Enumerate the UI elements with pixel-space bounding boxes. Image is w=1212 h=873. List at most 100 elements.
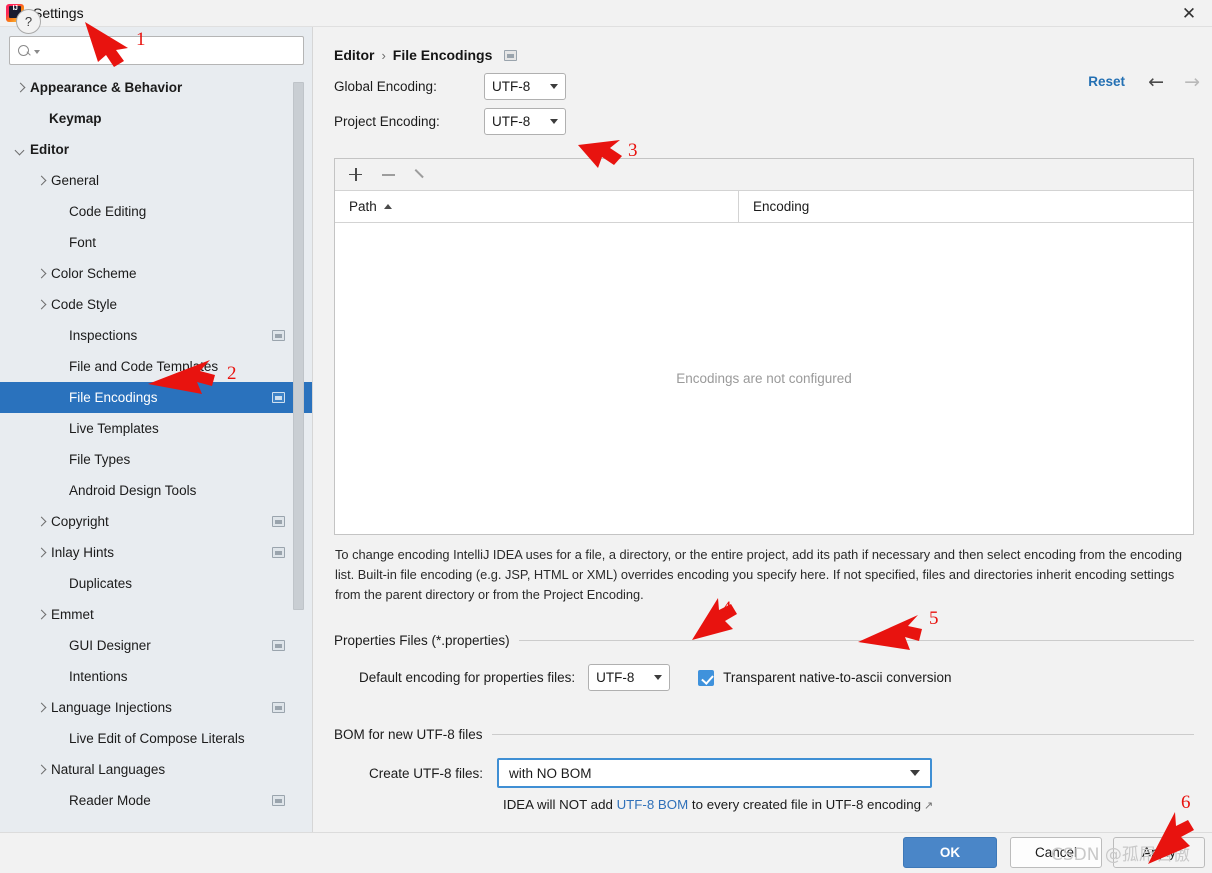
column-header-encoding[interactable]: Encoding [739,199,809,214]
chevron-right-icon[interactable] [35,174,48,187]
chevron-right-icon[interactable] [35,298,48,311]
sidebar-item-reader-mode[interactable]: Reader Mode [0,785,313,816]
group-divider-line [491,734,1194,735]
ok-button[interactable]: OK [903,837,997,868]
sidebar-item-color-scheme[interactable]: Color Scheme [0,258,313,289]
apply-button[interactable]: Apply [1113,837,1205,868]
chevron-down-icon[interactable] [14,143,27,156]
window-titlebar: IJ Settings ✕ [0,0,1212,27]
column-header-path-label: Path [349,199,377,214]
bom-group-title: BOM for new UTF-8 files [334,727,483,742]
annotation-number-3: 3 [628,140,638,161]
encodings-table-empty-message: Encodings are not configured [676,371,852,386]
chevron-down-icon [910,770,921,776]
chevron-right-icon[interactable] [35,546,48,559]
sidebar-item-emmet[interactable]: Emmet [0,599,313,630]
transparent-conversion-checkbox[interactable] [698,669,715,686]
close-icon[interactable]: ✕ [1166,0,1212,27]
sidebar-item-natural-languages[interactable]: Natural Languages [0,754,313,785]
sidebar-item-code-editing[interactable]: Code Editing [0,196,313,227]
sidebar-item-file-types[interactable]: File Types [0,444,313,475]
sidebar-item-label: Reader Mode [69,793,151,808]
properties-group-title: Properties Files (*.properties) [334,633,510,648]
sidebar-item-duplicates[interactable]: Duplicates [0,568,313,599]
sidebar-item-android-design-tools[interactable]: Android Design Tools [0,475,313,506]
help-button[interactable]: ? [16,9,41,34]
sidebar-item-inspections[interactable]: Inspections [0,320,313,351]
breadcrumb-parent[interactable]: Editor [334,47,374,63]
project-encoding-dropdown[interactable]: UTF-8 [484,108,566,135]
global-encoding-label: Global Encoding: [334,79,437,94]
chevron-right-icon[interactable] [14,81,27,94]
encodings-description: To change encoding IntelliJ IDEA uses fo… [335,547,1182,602]
sort-ascending-icon [383,204,392,209]
cancel-button[interactable]: Cancel [1010,837,1102,868]
arrow-left-icon[interactable]: ← [1148,73,1164,92]
sidebar-item-editor[interactable]: Editor [0,134,313,165]
annotation-number-5: 5 [929,608,939,629]
global-encoding-dropdown[interactable]: UTF-8 [484,73,566,100]
sidebar-item-label: Inlay Hints [51,545,115,560]
sidebar-item-appearance-behavior[interactable]: Appearance & Behavior [0,72,313,103]
create-utf8-files-dropdown[interactable]: with NO BOM [497,758,933,788]
annotation-number-2: 2 [227,363,237,384]
chevron-right-icon[interactable] [35,763,48,776]
sidebar-item-live-templates[interactable]: Live Templates [0,413,313,444]
arrow-right-icon[interactable]: → [1184,73,1200,92]
reset-link[interactable]: Reset [1088,74,1125,89]
search-container [0,27,313,65]
global-encoding-value: UTF-8 [492,79,531,94]
utf8-bom-link[interactable]: UTF-8 BOM [617,797,689,812]
sidebar-item-label: GUI Designer [69,638,151,653]
sidebar-item-keymap[interactable]: Keymap [0,103,313,134]
sidebar-item-code-style[interactable]: Code Style [0,289,313,320]
settings-main-panel: Editor › File Encodings Reset ← → Global… [313,27,1212,832]
properties-default-encoding-label: Default encoding for properties files: [359,670,576,685]
sidebar-item-live-edit-of-compose-literals[interactable]: Live Edit of Compose Literals [0,723,313,754]
column-header-path[interactable]: Path [335,191,739,222]
remove-icon[interactable] [380,166,397,183]
sidebar-item-label: Android Design Tools [69,483,197,498]
sidebar-item-inlay-hints[interactable]: Inlay Hints [0,537,313,568]
chevron-right-icon[interactable] [35,608,48,621]
sidebar-scrollbar-thumb[interactable] [293,82,304,610]
sidebar-item-label: Keymap [49,111,102,126]
sidebar-item-copyright[interactable]: Copyright [0,506,313,537]
project-scope-icon [504,49,518,61]
edit-pencil-icon[interactable] [413,166,430,183]
search-box[interactable] [9,36,304,65]
create-utf8-files-label: Create UTF-8 files: [369,765,484,781]
sidebar-item-file-and-code-templates[interactable]: File and Code Templates [0,351,313,382]
search-input[interactable] [43,42,296,59]
sidebar-item-font[interactable]: Font [0,227,313,258]
sidebar-item-intentions[interactable]: Intentions [0,661,313,692]
project-encoding-value: UTF-8 [492,114,531,129]
sidebar-item-language-injections[interactable]: Language Injections [0,692,313,723]
chevron-right-icon[interactable] [35,267,48,280]
sidebar-item-gui-designer[interactable]: GUI Designer [0,630,313,661]
transparent-conversion-checkbox-row[interactable]: Transparent native-to-ascii conversion [698,669,951,686]
sidebar-item-label: Editor [30,142,69,157]
properties-default-encoding-dropdown[interactable]: UTF-8 [588,664,671,691]
settings-sidebar: Appearance & Behavior Keymap Editor General… [0,27,313,832]
add-icon[interactable] [347,166,364,183]
bom-note-prefix: IDEA will NOT add [503,797,617,812]
chevron-right-icon[interactable] [35,701,48,714]
chevron-right-icon[interactable] [35,515,48,528]
sidebar-item-file-encodings[interactable]: File Encodings [0,382,313,413]
sidebar-item-label: Code Style [51,297,118,312]
chevron-down-icon [654,675,663,680]
sidebar-item-general[interactable]: General [0,165,313,196]
breadcrumb: Editor › File Encodings [313,27,1212,65]
